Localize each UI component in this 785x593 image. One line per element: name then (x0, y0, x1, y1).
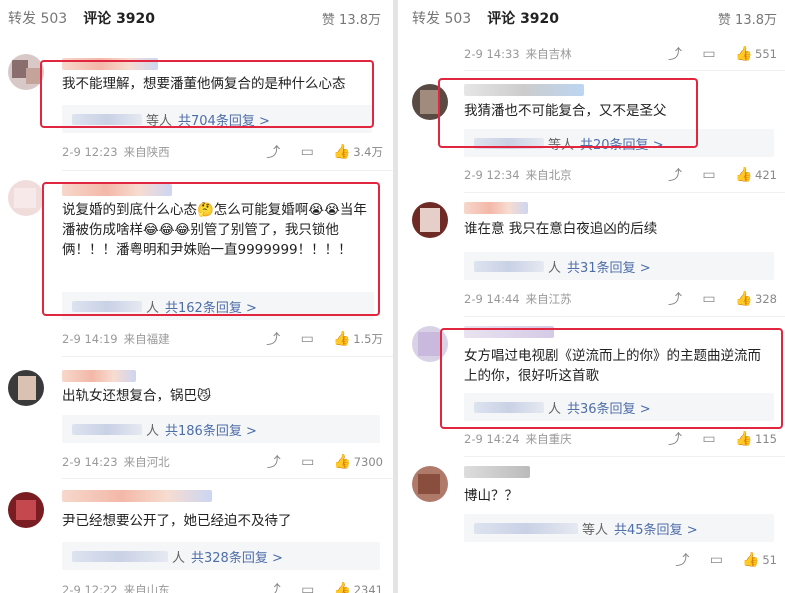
username[interactable] (464, 466, 530, 478)
repost-icon[interactable]: ⤴ (266, 452, 282, 472)
like-count: 115 (755, 432, 777, 446)
repost-icon[interactable]: ⤴ (667, 429, 683, 449)
right-screenshot-panel: 转发 503 评论 3920 赞 13.8万 2-9 14:33 来自吉林 ⤴ ▭… (398, 0, 785, 593)
divider (62, 356, 393, 357)
comment-icon[interactable]: ▭ (701, 167, 717, 183)
comment-icon[interactable]: ▭ (299, 144, 315, 160)
thumbs-up-icon[interactable]: 👍 (333, 144, 350, 160)
comment-text: 出轨女还想复合，锅巴😼 (62, 388, 212, 404)
reply-summary[interactable]: 人 共186条回复 > (62, 415, 380, 443)
thumbs-up-icon[interactable]: 👍 (742, 552, 759, 568)
reply-count-link[interactable]: 共186条回复 > (165, 420, 257, 439)
comment-meta: 2-9 12:23 来自陕西 ⤴ ▭ 👍 3.4万 (62, 142, 383, 162)
comment-meta: 2-9 14:44 来自江苏 ⤴ ▭ 👍 328 (464, 289, 777, 309)
comment-meta: 2-9 14:23 来自河北 ⤴ ▭ 👍 7300 (62, 452, 383, 472)
comment-icon[interactable]: ▭ (708, 552, 724, 568)
highlight-box (42, 182, 380, 316)
comment-meta: 2-9 14:19 来自福建 ⤴ ▭ 👍 1.5万 (62, 329, 383, 349)
thumbs-up-icon[interactable]: 👍 (735, 431, 752, 447)
comment-icon[interactable]: ▭ (701, 46, 717, 62)
tab-repost[interactable]: 转发 503 (412, 8, 471, 28)
comment-text: 谁在意 我只在意白夜追凶的后续 (464, 221, 658, 237)
comment-meta: 2-9 14:33 来自吉林 ⤴ ▭ 👍 551 (464, 44, 777, 64)
avatar[interactable] (8, 492, 44, 528)
comment-text: 博山？？ (464, 488, 518, 504)
reply-summary[interactable]: 等人 共45条回复 > (464, 514, 774, 542)
comment-icon[interactable]: ▭ (701, 431, 717, 447)
like-count: 421 (755, 168, 777, 182)
avatar[interactable] (8, 180, 44, 216)
divider (464, 192, 785, 193)
divider (464, 316, 785, 317)
repost-icon[interactable]: ⤴ (667, 44, 683, 64)
like-count: 3.4万 (353, 145, 383, 159)
like-count: 2341 (353, 583, 383, 593)
highlight-box (440, 328, 783, 429)
like-count: 1.5万 (353, 332, 383, 346)
username[interactable] (62, 370, 136, 382)
reply-summary[interactable]: 人 共328条回复 > (62, 542, 380, 570)
reply-users (474, 260, 544, 272)
divider (464, 70, 785, 71)
thumbs-up-icon[interactable]: 👍 (333, 331, 350, 347)
left-screenshot-panel: 转发 503 评论 3920 赞 13.8万 我不能理解，想要潘董他俩复合的是种… (0, 0, 393, 593)
divider (62, 170, 393, 171)
reply-count-link[interactable]: 共328条回复 > (191, 547, 283, 566)
username[interactable] (464, 202, 528, 214)
highlight-box (438, 78, 698, 148)
reply-users (72, 550, 168, 562)
like-count: 51 (762, 553, 777, 567)
repost-icon[interactable]: ⤴ (674, 550, 690, 570)
comment-icon[interactable]: ▭ (701, 291, 717, 307)
username[interactable] (62, 490, 212, 502)
like-count: 551 (755, 47, 777, 61)
comment-tabs: 转发 503 评论 3920 赞 13.8万 (398, 0, 785, 36)
comment-icon[interactable]: ▭ (300, 454, 316, 470)
reply-count-link[interactable]: 共31条回复 > (567, 257, 651, 276)
thumbs-up-icon[interactable]: 👍 (735, 46, 752, 62)
repost-icon[interactable]: ⤴ (266, 580, 282, 593)
repost-icon[interactable]: ⤴ (265, 142, 281, 162)
avatar[interactable] (8, 370, 44, 406)
reply-summary[interactable]: 人 共31条回复 > (464, 252, 774, 280)
thumbs-up-icon[interactable]: 👍 (334, 582, 351, 593)
thumbs-up-icon[interactable]: 👍 (735, 167, 752, 183)
repost-icon[interactable]: ⤴ (667, 165, 683, 185)
like-count: 7300 (353, 455, 383, 469)
avatar[interactable] (412, 202, 448, 238)
comment-icon[interactable]: ▭ (300, 582, 316, 593)
comment-meta: 2-9 12:34 来自北京 ⤴ ▭ 👍 421 (464, 165, 777, 185)
tab-comments[interactable]: 评论 3920 (83, 8, 155, 28)
avatar[interactable] (8, 54, 44, 90)
tab-repost[interactable]: 转发 503 (8, 8, 67, 28)
repost-icon[interactable]: ⤴ (667, 289, 683, 309)
comment-tabs: 转发 503 评论 3920 赞 13.8万 (0, 0, 393, 36)
tab-comments[interactable]: 评论 3920 (487, 8, 559, 28)
reply-count-link[interactable]: 共45条回复 > (614, 519, 698, 538)
thumbs-up-icon[interactable]: 👍 (735, 291, 752, 307)
tab-likes[interactable]: 赞 13.8万 (718, 9, 777, 28)
comment-text: 尹已经想要公开了，她已经迫不及待了 (62, 513, 292, 529)
reply-users (474, 522, 578, 534)
divider (62, 478, 393, 479)
repost-icon[interactable]: ⤴ (265, 329, 281, 349)
like-count: 328 (755, 292, 777, 306)
comment-icon[interactable]: ▭ (299, 331, 315, 347)
avatar[interactable] (412, 466, 448, 502)
thumbs-up-icon[interactable]: 👍 (334, 454, 351, 470)
comment-meta: 2-9 14:24 来自重庆 ⤴ ▭ 👍 115 (464, 429, 777, 449)
highlight-box (40, 60, 374, 128)
divider (464, 456, 785, 457)
reply-users (72, 423, 142, 435)
comment-meta: ⤴ ▭ 👍 51 (464, 550, 777, 570)
tab-likes[interactable]: 赞 13.8万 (322, 9, 381, 28)
comment-meta: 2-9 12:22 来自山东 ⤴ ▭ 👍 2341 (62, 580, 383, 593)
